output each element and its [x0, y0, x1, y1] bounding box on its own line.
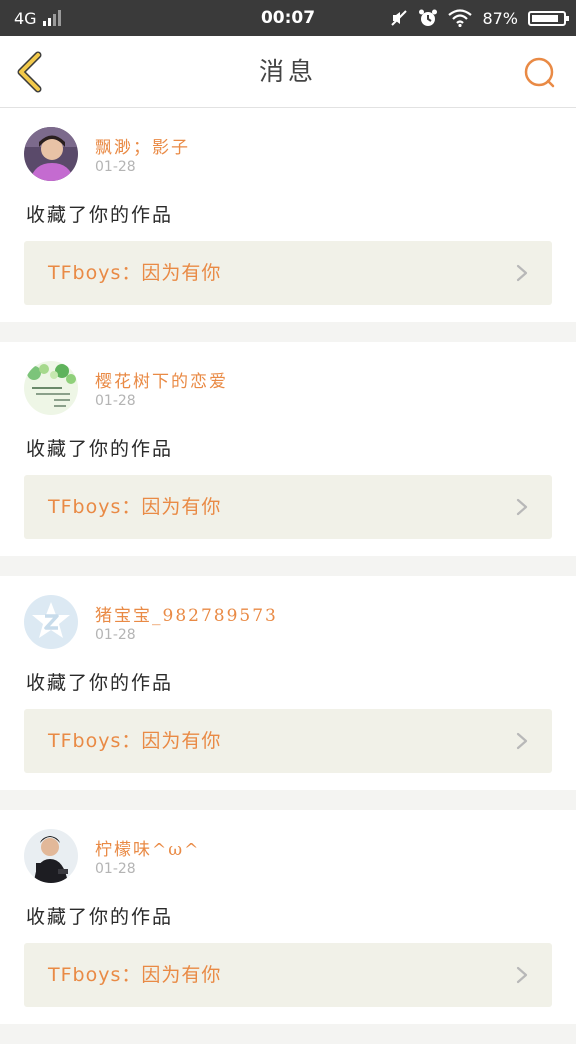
status-bar: 4G 00:07 87% — [0, 0, 576, 36]
avatar[interactable] — [24, 361, 78, 415]
photo-avatar — [24, 127, 78, 181]
message-list: 飘渺；影子 01-28 收藏了你的作品 TFboys：因为有你 樱花树下的恋爱 … — [0, 108, 576, 1044]
chevron-right-icon — [516, 966, 528, 984]
search-button[interactable] — [520, 54, 560, 94]
username[interactable]: 柠檬味^ω^ — [95, 835, 200, 860]
green-leaf-avatar — [24, 361, 78, 415]
search-icon — [524, 57, 555, 88]
message-date: 01-28 — [95, 627, 136, 643]
message-item: 柠檬味^ω^ 01-28 收藏了你的作品 TFboys：因为有你 — [0, 810, 576, 1024]
work-link[interactable]: TFboys：因为有你 — [24, 709, 552, 773]
battery-icon — [528, 10, 569, 26]
message-date: 01-28 — [95, 861, 136, 877]
avatar[interactable] — [24, 829, 78, 883]
work-link[interactable]: TFboys：因为有你 — [24, 241, 552, 305]
username[interactable]: 飘渺；影子 — [95, 133, 190, 158]
message-item: 猪宝宝_982789573 01-28 收藏了你的作品 TFboys：因为有你 — [0, 576, 576, 790]
message-item: 樱花树下的恋爱 01-28 收藏了你的作品 TFboys：因为有你 — [0, 342, 576, 556]
wifi-icon — [448, 9, 473, 27]
username[interactable]: 猪宝宝_982789573 — [95, 601, 278, 626]
alarm-icon — [419, 9, 438, 26]
status-right: 87% — [390, 0, 569, 36]
work-title: TFboys：因为有你 — [48, 964, 222, 986]
action-text: 收藏了你的作品 — [26, 672, 174, 694]
top-bar: 消息 — [0, 36, 576, 108]
message-date: 01-28 — [95, 393, 136, 409]
work-link[interactable]: TFboys：因为有你 — [24, 943, 552, 1007]
work-link[interactable]: TFboys：因为有你 — [24, 475, 552, 539]
qq-default-avatar — [24, 595, 78, 649]
message-date: 01-28 — [95, 159, 136, 175]
action-text: 收藏了你的作品 — [26, 438, 174, 460]
chevron-right-icon — [516, 732, 528, 750]
work-title: TFboys：因为有你 — [48, 730, 222, 752]
avatar[interactable] — [24, 595, 78, 649]
boy-photo-avatar — [24, 829, 78, 883]
username[interactable]: 樱花树下的恋爱 — [95, 367, 228, 392]
battery-percent: 87% — [482, 8, 518, 28]
work-title: TFboys：因为有你 — [48, 496, 222, 518]
chevron-right-icon — [516, 498, 528, 516]
mute-icon — [391, 10, 408, 26]
avatar[interactable] — [24, 127, 78, 181]
work-title: TFboys：因为有你 — [48, 262, 222, 284]
message-item: 飘渺；影子 01-28 收藏了你的作品 TFboys：因为有你 — [0, 108, 576, 322]
action-text: 收藏了你的作品 — [26, 906, 174, 928]
page-title: 消息 — [258, 57, 317, 86]
action-text: 收藏了你的作品 — [26, 204, 174, 226]
chevron-right-icon — [516, 264, 528, 282]
